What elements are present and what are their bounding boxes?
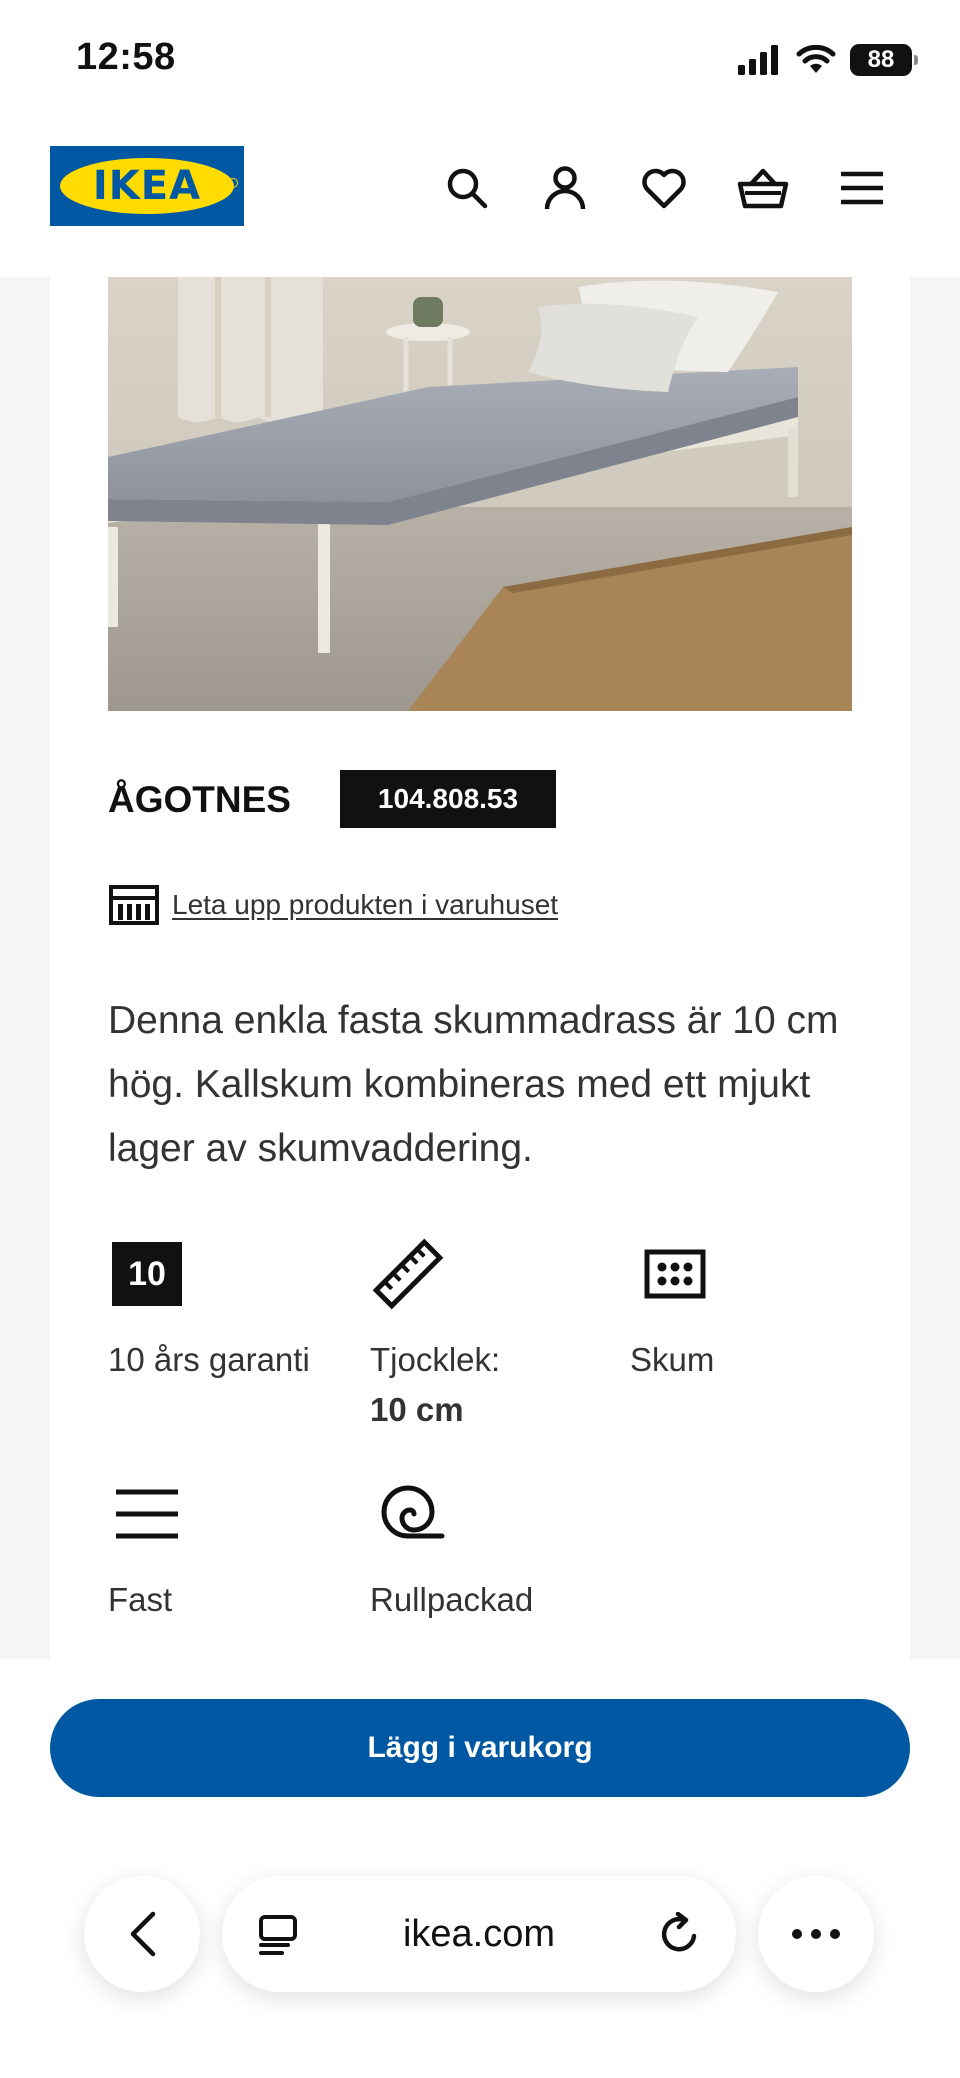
feature-label: Skum — [630, 1341, 715, 1378]
feature-firm: Fast — [108, 1477, 348, 1625]
status-bar: 12:58 88 — [0, 0, 960, 120]
status-icons: 88 — [738, 42, 918, 78]
feature-label: Tjocklek: — [370, 1341, 501, 1378]
more-icon — [792, 1929, 840, 1939]
basket-icon[interactable] — [735, 160, 791, 216]
product-image[interactable] — [108, 277, 852, 711]
heart-icon[interactable] — [636, 160, 692, 216]
battery-icon: 88 — [850, 44, 918, 76]
article-number: 104.808.53 — [340, 770, 556, 828]
ruler-icon — [372, 1238, 444, 1310]
feature-value: 10 cm — [370, 1391, 464, 1428]
feature-thickness: Tjocklek: 10 cm — [370, 1237, 610, 1435]
rolled-icon — [381, 1485, 445, 1539]
account-icon[interactable] — [537, 160, 593, 216]
address-bar[interactable]: ikea.com — [222, 1876, 736, 1992]
product-card: ÅGOTNES 104.808.53 Leta upp produkten i … — [50, 277, 910, 1659]
foam-icon — [644, 1249, 706, 1299]
feature-label: 10 års garanti — [108, 1341, 310, 1378]
status-time: 12:58 — [76, 36, 176, 78]
menu-icon[interactable] — [834, 160, 890, 216]
feature-rolled: Rullpackad — [370, 1477, 610, 1625]
product-name: ÅGOTNES — [108, 779, 291, 820]
battery-level: 88 — [867, 46, 895, 73]
store-link-text[interactable]: Leta upp produkten i varuhuset — [172, 889, 558, 921]
ikea-logo[interactable]: IKEA — [50, 146, 244, 226]
store-icon — [109, 885, 159, 925]
product-description: Denna enkla fasta skummadrass är 10 cm h… — [108, 999, 839, 1170]
search-icon[interactable] — [439, 160, 495, 216]
browser-toolbar: ikea.com — [0, 1858, 960, 2078]
feature-foam: Skum — [630, 1237, 870, 1385]
address-text[interactable]: ikea.com — [403, 1913, 555, 1956]
tabs-icon — [259, 1915, 297, 1955]
store-link[interactable]: Leta upp produkten i varuhuset — [108, 883, 558, 927]
feature-label: Fast — [108, 1581, 173, 1618]
firm-icon — [116, 1489, 178, 1539]
more-button[interactable] — [758, 1876, 874, 1992]
add-to-cart-button[interactable]: Lägg i varukorg — [50, 1699, 910, 1797]
site-header: IKEA — [0, 120, 960, 277]
reload-icon[interactable] — [658, 1912, 702, 1956]
back-button[interactable] — [84, 1876, 200, 1992]
feature-label: Rullpackad — [370, 1581, 534, 1618]
feature-warranty: 10 10 års garanti — [108, 1237, 348, 1385]
chevron-left-icon — [130, 1911, 156, 1957]
logo-text: IKEA — [92, 163, 202, 209]
warranty-10-icon: 10 — [112, 1242, 182, 1306]
logo-oval: IKEA — [60, 158, 234, 214]
registered-mark — [228, 178, 238, 188]
wifi-icon — [796, 45, 836, 73]
signal-icon — [738, 45, 778, 75]
